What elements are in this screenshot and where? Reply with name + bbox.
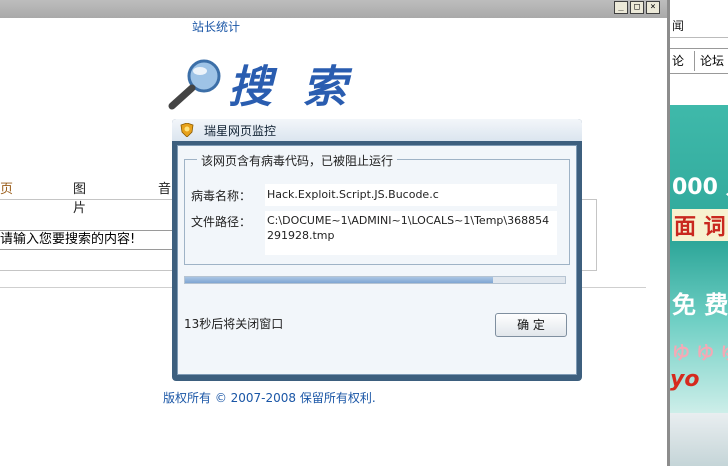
bg-nav-item-forum[interactable]: 论坛 <box>700 49 724 73</box>
dialog-body: 该网页含有病毒代码，已被阻止运行 病毒名称： Hack.Exploit.Scri… <box>177 145 577 375</box>
stat-link[interactable]: 站长统计 <box>192 18 240 35</box>
minimize-icon[interactable]: _ <box>614 1 628 14</box>
bg-window-bottom <box>670 413 728 466</box>
banner-text: yo <box>670 367 700 392</box>
magnifier-icon <box>168 59 221 110</box>
nav-separator <box>694 51 695 71</box>
ad-banner[interactable]: 000 人 面 词 免 费 ゆ ゆ ゆ yo <box>670 105 728 413</box>
bg-nav-item[interactable]: 论 <box>672 49 684 73</box>
rising-alert-dialog: 瑞星网页监控 该网页含有病毒代码，已被阻止运行 病毒名称： Hack.Explo… <box>172 119 582 381</box>
rising-shield-icon <box>180 123 194 137</box>
banner-text: ゆ ゆ ゆ <box>672 343 728 364</box>
search-logo: 搜 索 <box>168 59 353 112</box>
search-input[interactable]: 请输入您要搜索的内容! <box>0 230 176 250</box>
dialog-titlebar[interactable]: 瑞星网页监控 <box>172 119 582 141</box>
tab-web[interactable]: 页 <box>0 178 13 197</box>
tab-music[interactable]: 音 <box>158 178 171 197</box>
virus-name-label: 病毒名称： <box>191 189 252 203</box>
dialog-title: 瑞星网页监控 <box>204 124 277 138</box>
ok-button[interactable]: 确 定 <box>495 313 567 337</box>
window-controls: _ □ × <box>614 1 660 14</box>
window-titlebar[interactable]: _ □ × <box>0 0 667 18</box>
banner-text: 免 费 <box>672 291 728 319</box>
logo-text: 搜 索 <box>228 62 353 112</box>
banner-text: 面 词 <box>672 209 728 241</box>
countdown-progress <box>184 276 566 284</box>
maximize-icon[interactable]: □ <box>630 1 644 14</box>
progress-fill <box>185 277 493 283</box>
file-path-field[interactable]: C:\DOCUME~1\ADMINI~1\LOCALS~1\Temp\36885… <box>265 211 557 255</box>
bg-window-nav: 论 论坛 <box>670 48 728 74</box>
banner-text: 000 人 <box>672 175 728 200</box>
virus-name-field[interactable]: Hack.Exploit.Script.JS.Bucode.c <box>265 184 557 206</box>
close-icon[interactable]: × <box>646 1 660 14</box>
alert-groupbox: 该网页含有病毒代码，已被阻止运行 病毒名称： Hack.Exploit.Scri… <box>184 152 570 265</box>
countdown-text: 13秒后将关闭窗口 <box>184 317 284 331</box>
copyright-footer: 版权所有 © 2007-2008 保留所有权利. <box>163 391 376 405</box>
alert-message: 该网页含有病毒代码，已被阻止运行 <box>197 152 398 169</box>
bg-window-top-text: 闻 <box>670 15 728 38</box>
file-path-label: 文件路径： <box>191 215 252 229</box>
